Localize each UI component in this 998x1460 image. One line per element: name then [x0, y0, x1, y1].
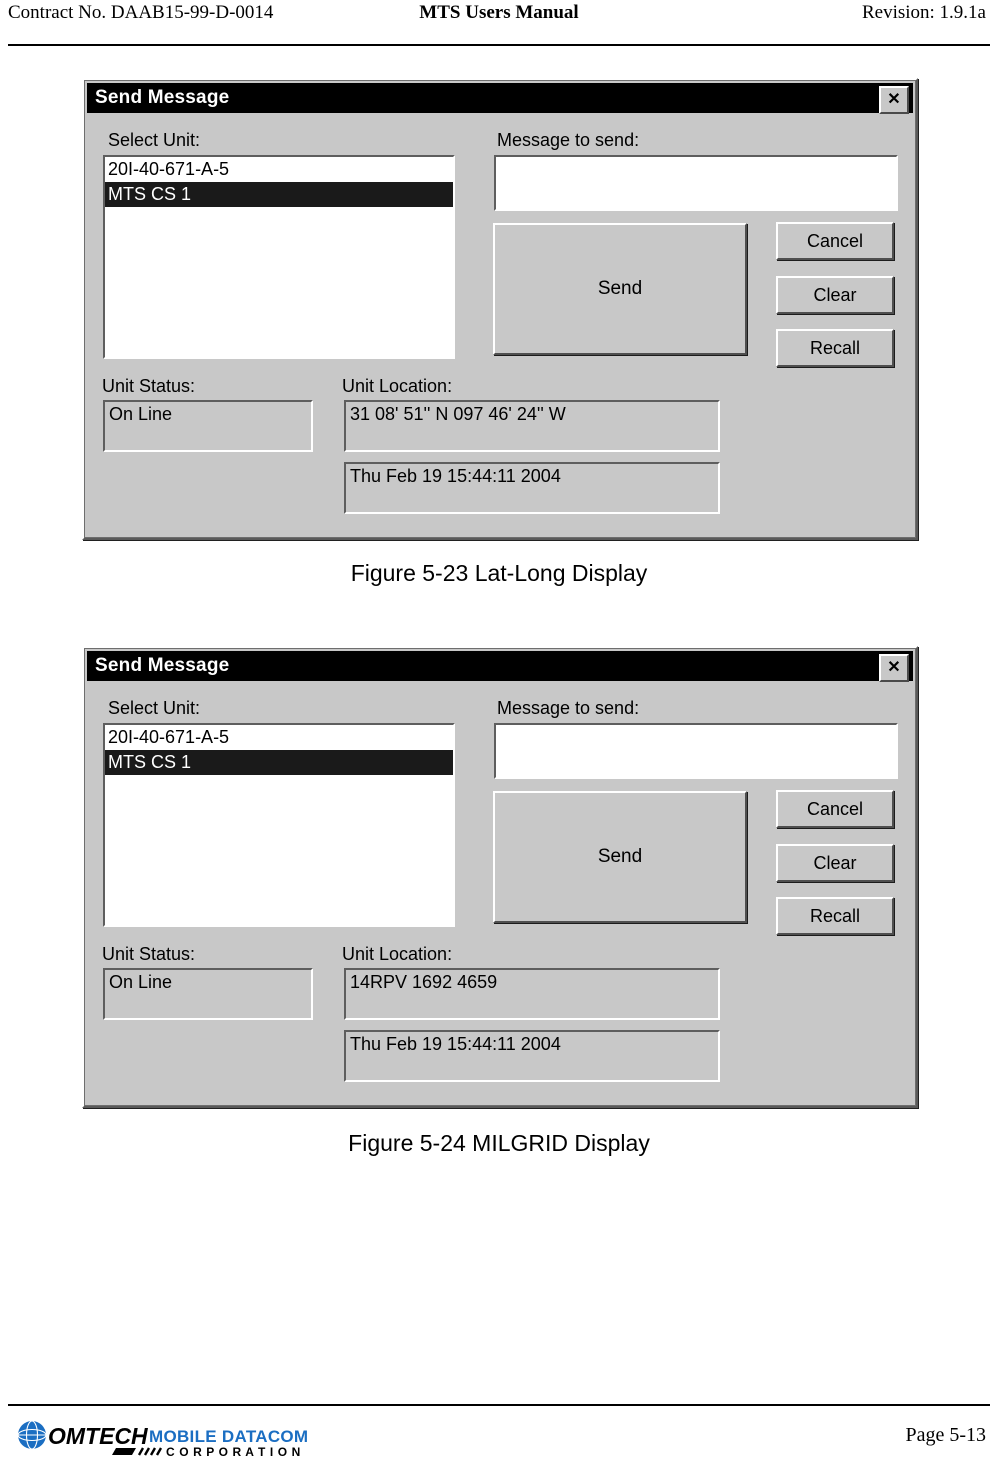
cancel-button[interactable]: Cancel: [776, 222, 894, 260]
figure-caption-5-24: Figure 5-24 MILGRID Display: [348, 1130, 650, 1156]
footer-divider: [8, 1404, 990, 1406]
unit-status-label: Unit Status:: [102, 376, 196, 396]
list-item[interactable]: 20I-40-671-A-5: [105, 157, 453, 182]
list-item[interactable]: MTS CS 1: [105, 182, 453, 207]
unit-location-label: Unit Location:: [342, 944, 453, 964]
unit-timestamp-field: Thu Feb 19 15:44:11 2004: [344, 1030, 720, 1082]
unit-location-label: Unit Location:: [342, 376, 453, 396]
list-item[interactable]: MTS CS 1: [105, 750, 453, 775]
select-unit-label: Select Unit:: [108, 698, 201, 718]
logo-primary-text: OMTECH: [48, 1423, 148, 1449]
unit-status-value: On Line: [109, 404, 173, 424]
unit-timestamp-field: Thu Feb 19 15:44:11 2004: [344, 462, 720, 514]
message-input[interactable]: [494, 155, 898, 211]
unit-timestamp-value: Thu Feb 19 15:44:11 2004: [350, 1034, 561, 1054]
message-input[interactable]: [494, 723, 898, 779]
select-unit-listbox[interactable]: 20I-40-671-A-5 MTS CS 1: [103, 723, 455, 927]
unit-status-label: Unit Status:: [102, 944, 196, 964]
dialog-titlebar[interactable]: Send Message ✕: [87, 651, 913, 682]
unit-timestamp-value: Thu Feb 19 15:44:11 2004: [350, 466, 561, 486]
recall-button[interactable]: Recall: [776, 329, 894, 367]
list-item[interactable]: 20I-40-671-A-5: [105, 725, 453, 750]
send-message-dialog-lat-long[interactable]: Send Message ✕ Select Unit: 20I-40-671-A…: [82, 78, 918, 540]
logo-bar: [112, 1448, 136, 1455]
logo-speed-lines: [137, 1447, 163, 1456]
clear-button[interactable]: Clear: [776, 276, 894, 314]
select-unit-label: Select Unit:: [108, 130, 201, 150]
page-header: Contract No. DAAB15-99-D-0014 MTS Users …: [0, 0, 998, 40]
unit-status-value: On Line: [109, 972, 173, 992]
dialog-title: Send Message: [95, 655, 230, 676]
message-to-send-label: Message to send:: [497, 130, 640, 150]
unit-location-field: 14RPV 1692 4659: [344, 968, 720, 1020]
dialog-titlebar[interactable]: Send Message ✕: [87, 83, 913, 114]
unit-location-value: 14RPV 1692 4659: [350, 972, 498, 992]
send-button[interactable]: Send: [493, 791, 747, 923]
unit-status-field: On Line: [103, 400, 313, 452]
clear-button[interactable]: Clear: [776, 844, 894, 882]
logo-tertiary-text: C O R P O R A T I O N: [166, 1445, 301, 1459]
dialog-title: Send Message: [95, 87, 230, 108]
cancel-button[interactable]: Cancel: [776, 790, 894, 828]
unit-status-field: On Line: [103, 968, 313, 1020]
figure-caption-5-23: Figure 5-23 Lat-Long Display: [350, 560, 648, 586]
select-unit-listbox[interactable]: 20I-40-671-A-5 MTS CS 1: [103, 155, 455, 359]
close-icon[interactable]: ✕: [879, 86, 909, 114]
unit-location-value: 31 08' 51'' N 097 46' 24'' W: [350, 404, 566, 424]
comtech-logo: OMTECH MOBILE DATACOM C O R P O R A T I …: [17, 1420, 308, 1459]
page-number: Page 5-13: [905, 1424, 986, 1446]
header-revision: Revision: 1.9.1a: [861, 2, 986, 23]
header-document-title: MTS Users Manual: [419, 2, 579, 23]
header-divider: [8, 44, 990, 46]
send-message-dialog-milgrid[interactable]: Send Message ✕ Select Unit: 20I-40-671-A…: [82, 646, 918, 1108]
close-icon[interactable]: ✕: [879, 654, 909, 682]
logo-secondary-text: MOBILE DATACOM: [149, 1427, 308, 1446]
unit-location-field: 31 08' 51'' N 097 46' 24'' W: [344, 400, 720, 452]
recall-button[interactable]: Recall: [776, 897, 894, 935]
message-to-send-label: Message to send:: [497, 698, 640, 718]
send-button[interactable]: Send: [493, 223, 747, 355]
